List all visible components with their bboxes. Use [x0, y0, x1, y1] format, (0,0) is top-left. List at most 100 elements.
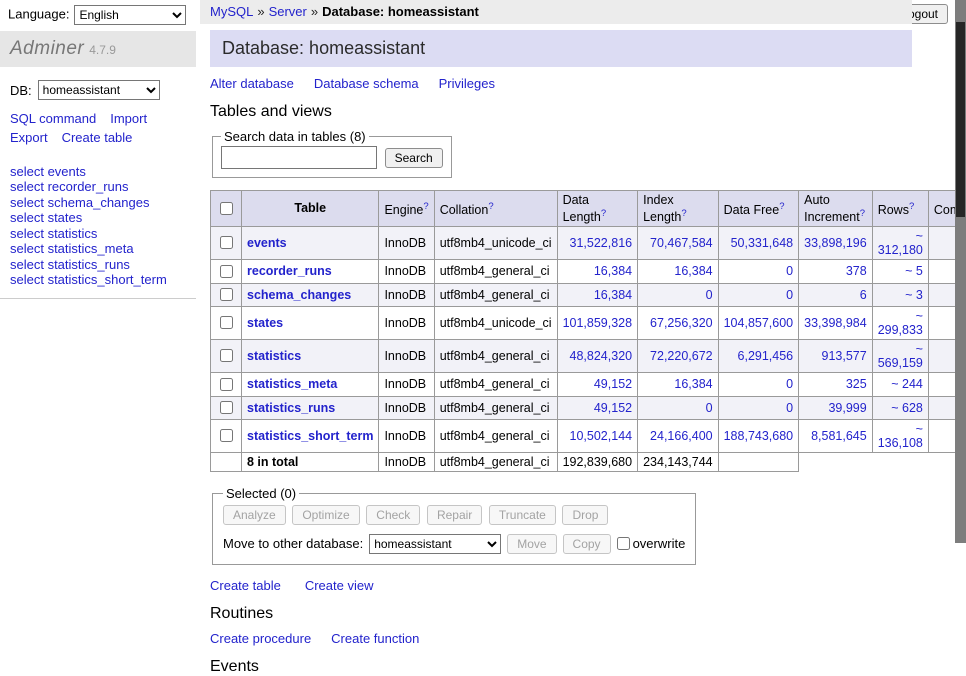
help-link[interactable]: ? [860, 208, 865, 219]
data-length-link[interactable]: 10,502,144 [570, 429, 633, 443]
table-link[interactable]: recorder_runs [247, 264, 332, 278]
index-length-link[interactable]: 67,256,320 [650, 316, 713, 330]
index-length-link[interactable]: 0 [706, 401, 713, 415]
auto-increment-link[interactable]: 39,999 [828, 401, 866, 415]
sidebar-item-select-events[interactable]: select events [10, 164, 86, 179]
index-length-link[interactable]: 16,384 [674, 264, 712, 278]
search-button[interactable]: Search [385, 148, 443, 168]
data-free-link[interactable]: 104,857,600 [724, 316, 794, 330]
data-length-link[interactable]: 49,152 [594, 401, 632, 415]
sidebar-item-select-statistics-runs[interactable]: select statistics_runs [10, 257, 130, 272]
rows-link[interactable]: ~ 299,833 [878, 309, 923, 338]
language-select[interactable]: English [74, 5, 186, 25]
vertical-scrollbar[interactable] [955, 0, 966, 543]
table-link[interactable]: statistics [247, 349, 301, 363]
row-checkbox[interactable] [220, 429, 233, 442]
auto-increment-link[interactable]: 6 [860, 288, 867, 302]
data-length-link[interactable]: 49,152 [594, 377, 632, 391]
data-length-link[interactable]: 101,859,328 [563, 316, 633, 330]
row-checkbox[interactable] [220, 378, 233, 391]
search-input[interactable] [221, 146, 377, 169]
help-link[interactable]: ? [488, 201, 493, 212]
auto-increment-link[interactable]: 8,581,645 [811, 429, 867, 443]
data-free-link[interactable]: 0 [786, 401, 793, 415]
alter-database-link[interactable]: Alter database [210, 76, 294, 91]
breadcrumb-server-link[interactable]: Server [269, 4, 307, 19]
scrollbar-thumb[interactable] [956, 22, 965, 217]
privileges-link[interactable]: Privileges [439, 76, 495, 91]
help-link[interactable]: ? [681, 208, 686, 219]
rows-link[interactable]: ~ 136,108 [878, 422, 923, 451]
sidebar-item-select-statistics-meta[interactable]: select statistics_meta [10, 241, 134, 256]
data-free-link[interactable]: 50,331,648 [731, 236, 794, 250]
index-length-cell: 24,166,400 [638, 420, 719, 453]
row-checkbox[interactable] [220, 236, 233, 249]
auto-increment-link[interactable]: 33,398,984 [804, 316, 867, 330]
help-link[interactable]: ? [601, 208, 606, 219]
sidebar-item-select-statistics[interactable]: select statistics [10, 226, 97, 241]
data-length-link[interactable]: 16,384 [594, 288, 632, 302]
data-free-link[interactable]: 188,743,680 [724, 429, 794, 443]
table-link[interactable]: events [247, 236, 287, 250]
index-length-link[interactable]: 24,166,400 [650, 429, 713, 443]
row-checkbox[interactable] [220, 316, 233, 329]
create-procedure-link[interactable]: Create procedure [210, 631, 311, 646]
rows-link[interactable]: ~ 244 [891, 377, 923, 391]
data-length-cell: 48,824,320 [557, 340, 638, 373]
row-checkbox[interactable] [220, 401, 233, 414]
table-link[interactable]: statistics_runs [247, 401, 335, 415]
help-link[interactable]: ? [909, 201, 914, 212]
sql-command-link[interactable]: SQL command [10, 111, 96, 126]
table-link[interactable]: states [247, 316, 283, 330]
data-free-link[interactable]: 0 [786, 264, 793, 278]
table-row: statistics InnoDB utf8mb4_general_ci 48,… [211, 340, 966, 373]
data-free-link[interactable]: 0 [786, 288, 793, 302]
db-select[interactable]: homeassistant [38, 80, 160, 100]
data-length-link[interactable]: 31,522,816 [570, 236, 633, 250]
sidebar-item-select-recorder-runs[interactable]: select recorder_runs [10, 179, 129, 194]
auto-increment-link[interactable]: 33,898,196 [804, 236, 867, 250]
rows-link[interactable]: ~ 569,159 [878, 342, 923, 371]
help-link[interactable]: ? [779, 201, 784, 212]
import-link[interactable]: Import [110, 111, 147, 126]
rows-link[interactable]: ~ 628 [891, 401, 923, 415]
table-link[interactable]: statistics_short_term [247, 429, 373, 443]
create-table-link-sidebar[interactable]: Create table [62, 130, 133, 145]
table-link[interactable]: schema_changes [247, 288, 351, 302]
create-function-link[interactable]: Create function [331, 631, 419, 646]
data-free-link[interactable]: 0 [786, 377, 793, 391]
data-free-link[interactable]: 6,291,456 [738, 349, 794, 363]
rows-link[interactable]: ~ 3 [905, 288, 923, 302]
index-length-link[interactable]: 70,467,584 [650, 236, 713, 250]
rows-link[interactable]: ~ 312,180 [878, 229, 923, 258]
export-link[interactable]: Export [10, 130, 48, 145]
auto-increment-cell: 33,398,984 [799, 307, 873, 340]
engine-cell: InnoDB [379, 396, 434, 420]
data-length-link[interactable]: 48,824,320 [570, 349, 633, 363]
index-length-link[interactable]: 0 [706, 288, 713, 302]
table-link[interactable]: statistics_meta [247, 377, 337, 391]
sidebar-item-select-statistics-short-term[interactable]: select statistics_short_term [10, 272, 167, 287]
sidebar-item-select-states[interactable]: select states [10, 210, 82, 225]
row-checkbox[interactable] [220, 349, 233, 362]
auto-increment-link[interactable]: 378 [846, 264, 867, 278]
sidebar-item-select-schema-changes[interactable]: select schema_changes [10, 195, 149, 210]
index-length-link[interactable]: 72,220,672 [650, 349, 713, 363]
create-view-link[interactable]: Create view [305, 578, 374, 593]
create-table-link[interactable]: Create table [210, 578, 281, 593]
database-schema-link[interactable]: Database schema [314, 76, 419, 91]
adminer-brand-link[interactable]: Adminer [10, 38, 84, 59]
data-length-link[interactable]: 16,384 [594, 264, 632, 278]
auto-increment-link[interactable]: 913,577 [822, 349, 867, 363]
rows-link[interactable]: ~ 5 [905, 264, 923, 278]
row-checkbox[interactable] [220, 265, 233, 278]
main-panel: MySQL»Server»Database: homeassistant Dat… [200, 0, 912, 676]
help-link[interactable]: ? [423, 201, 428, 212]
overwrite-checkbox[interactable] [617, 537, 630, 550]
move-db-select[interactable]: homeassistant [369, 534, 501, 554]
select-all-checkbox[interactable] [220, 202, 233, 215]
auto-increment-link[interactable]: 325 [846, 377, 867, 391]
index-length-link[interactable]: 16,384 [674, 377, 712, 391]
breadcrumb-mysql-link[interactable]: MySQL [210, 4, 253, 19]
row-checkbox[interactable] [220, 288, 233, 301]
